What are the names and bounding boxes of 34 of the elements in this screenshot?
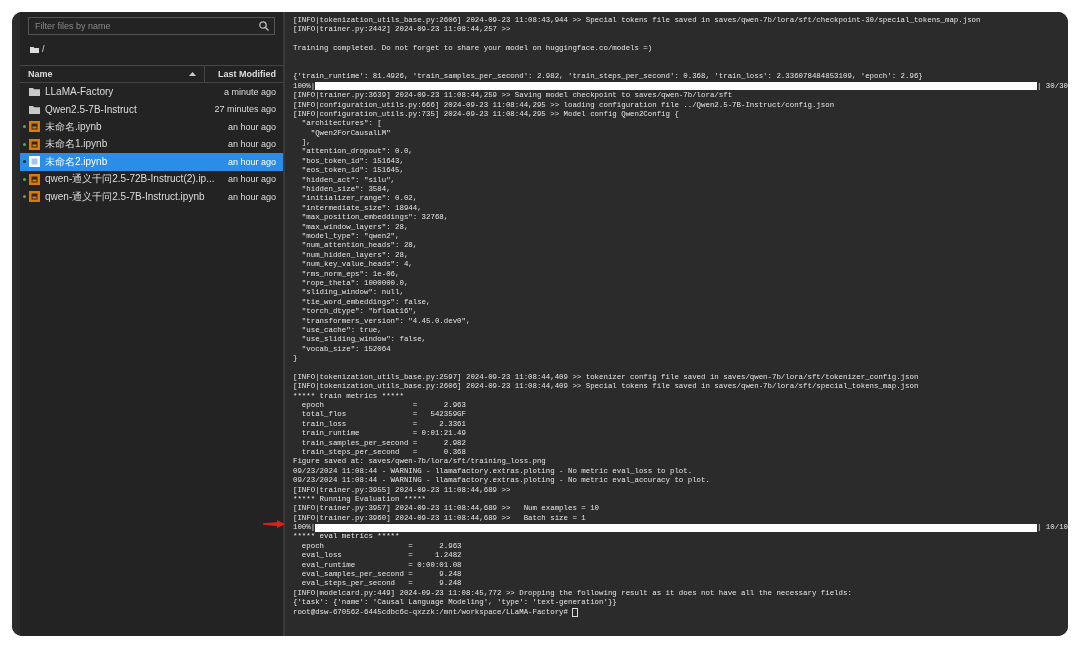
notebook-icon [29,138,40,150]
file-row[interactable]: qwen-通义千问2.5-72B-Instruct(2).ip... an hour ago [20,170,283,188]
file-name: 未命名2.ipynb [45,154,109,169]
modified-time: an hour ago [227,156,277,167]
folder-icon [29,87,40,97]
search-field[interactable]: Filter files by name [28,17,275,35]
file-name: qwen-通义千问2.5-72B-Instruct(2).ip... [45,172,216,187]
file-row[interactable]: qwen-通义千问2.5-7B-Instruct.ipynb an hour ago [20,188,283,206]
file-row[interactable]: Qwen2.5-7B-Instruct 27 minutes ago [20,100,283,118]
notebook-icon [29,191,40,203]
modified-time: an hour ago [227,191,277,202]
search-icon [259,21,269,31]
file-row[interactable]: LLaMA-Factory a minute ago [20,83,283,101]
modified-time: 27 minutes ago [214,104,277,115]
folder-icon [29,104,40,114]
file-name: LLaMA-Factory [45,86,115,98]
modified-time: an hour ago [227,174,277,185]
modified-time: an hour ago [227,121,277,132]
file-name: 未命名.ipynb [45,119,103,134]
notebook-icon [29,173,40,185]
file-row[interactable]: 未命名1.ipynb an hour ago [20,135,283,153]
modified-time: an hour ago [227,139,277,150]
file-name: qwen-通义千问2.5-7B-Instruct.ipynb [45,189,206,204]
column-header[interactable]: Last Modified [205,66,283,82]
file-row[interactable]: 未命名.ipynb an hour ago [20,118,283,136]
file-name: 未命名1.ipynb [45,137,109,152]
modified-time: a minute ago [223,86,277,97]
notebook-icon [29,121,40,133]
breadcrumb-link[interactable]: / [42,44,45,54]
folder-icon [30,45,39,53]
file-name: Qwen2.5-7B-Instruct [45,103,138,115]
column-header[interactable]: Name [20,66,205,82]
notebook-icon [29,156,40,168]
text-cursor [572,607,578,617]
